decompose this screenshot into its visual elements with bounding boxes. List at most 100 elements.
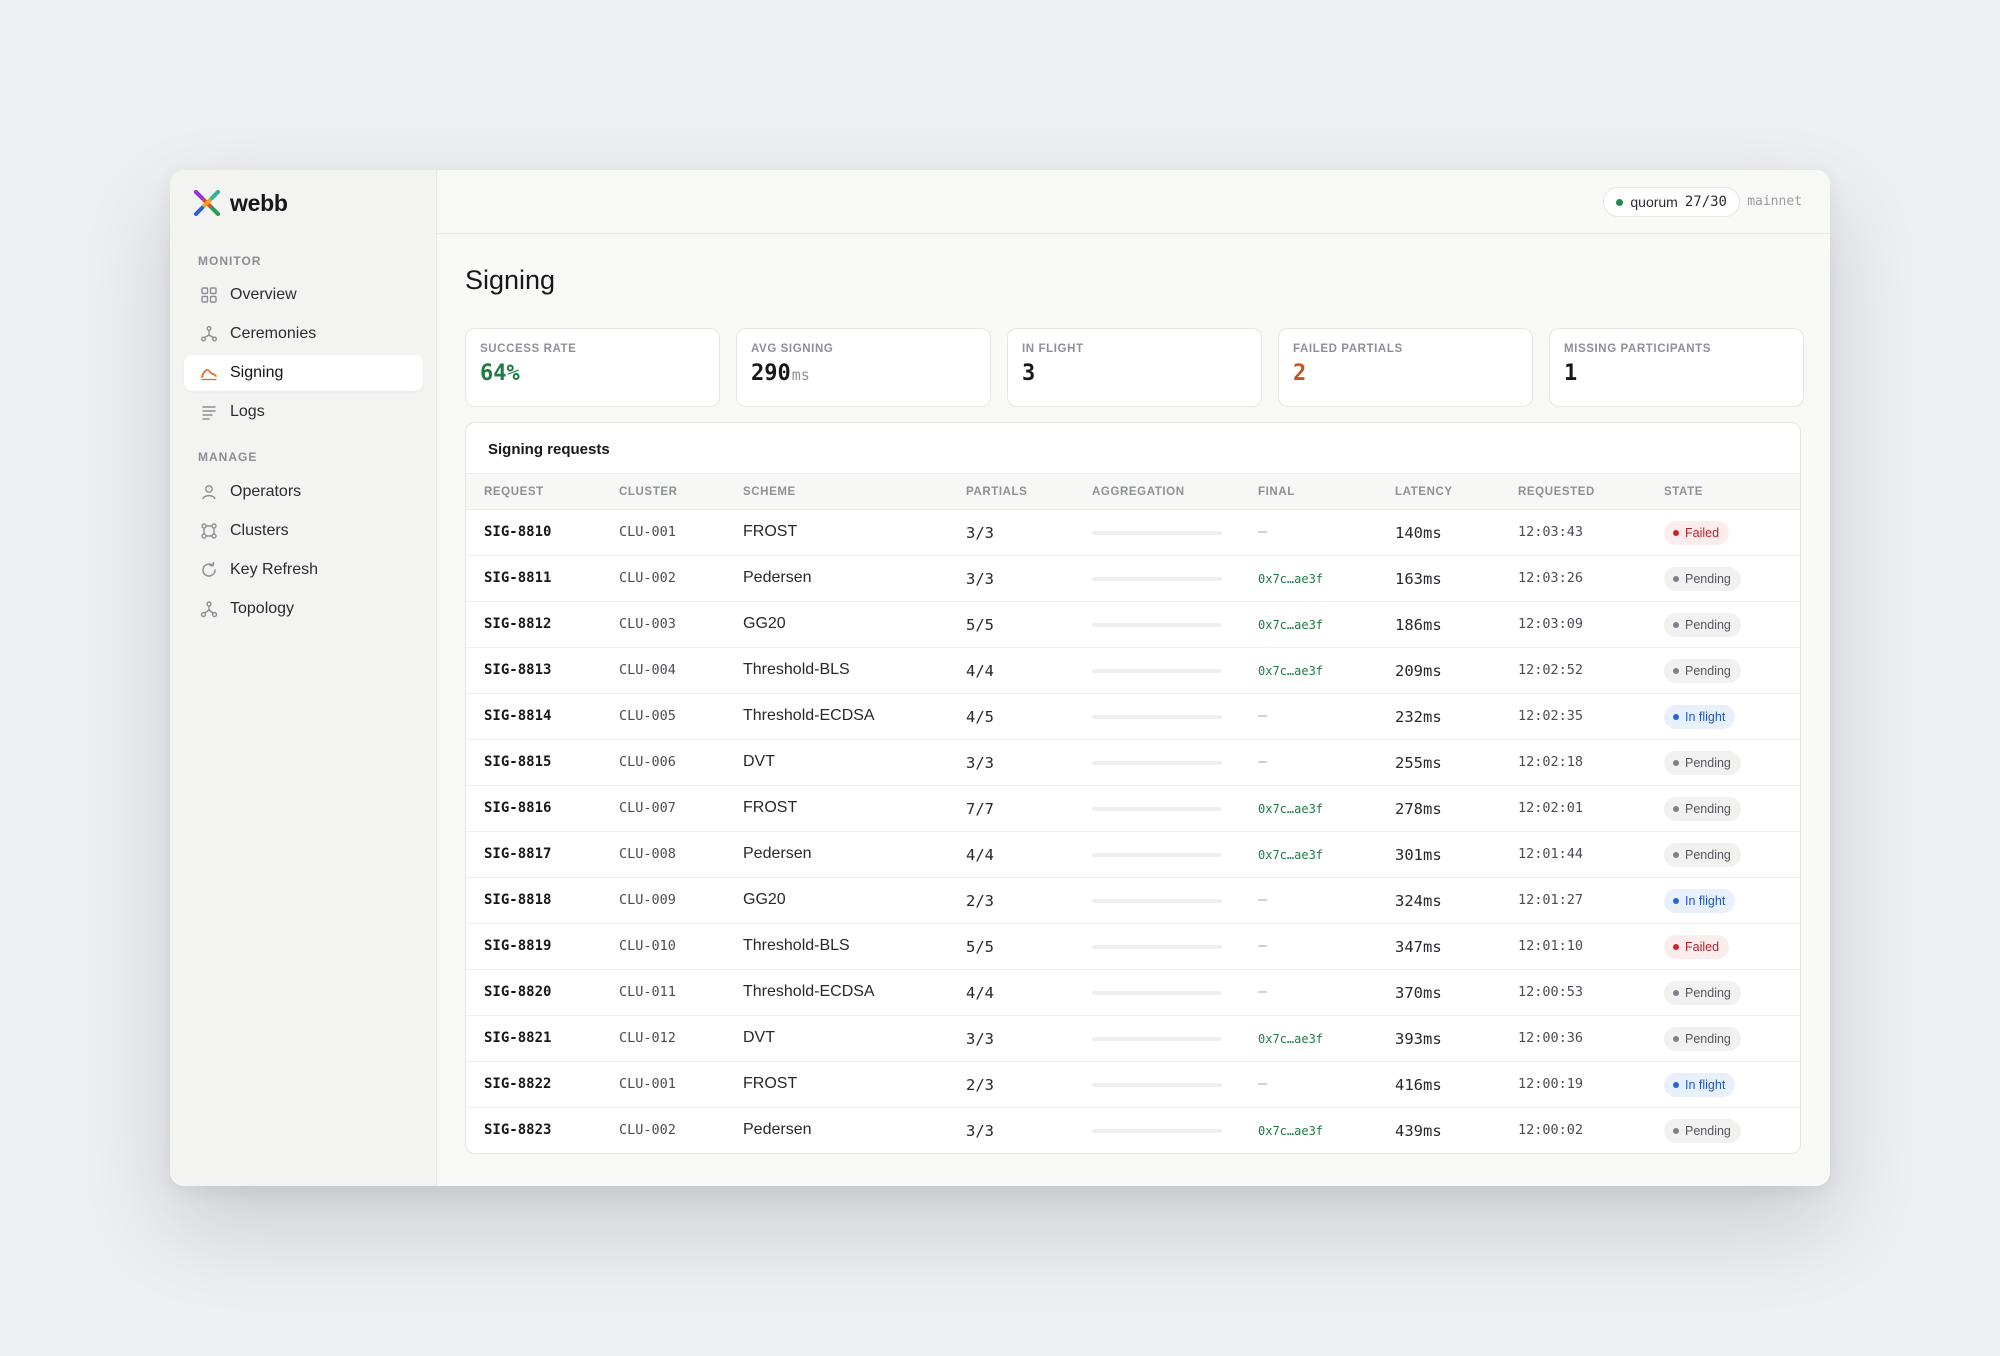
stats-row: SUCCESS RATE 64% AVG SIGNING 290ms IN FL…	[465, 328, 1804, 407]
request-id[interactable]: SIG-8819	[484, 938, 551, 954]
latency: 186ms	[1395, 616, 1442, 634]
column-header-partials[interactable]: PARTIALS	[966, 486, 1027, 498]
column-header-scheme[interactable]: SCHEME	[743, 486, 796, 498]
request-id[interactable]: SIG-8816	[484, 800, 551, 816]
latency: 163ms	[1395, 570, 1442, 588]
table-row[interactable]: SIG-8815 CLU-006 DVT 3/3 — 255ms 12:02:18 Pendi…	[466, 740, 1800, 786]
latency: 255ms	[1395, 754, 1442, 772]
sidebar: webb MONITOR Overview Ceremonies Signing	[170, 170, 437, 1186]
quorum-badge[interactable]: quorum 27/30	[1603, 187, 1740, 217]
requested-time: 12:00:36	[1518, 1030, 1584, 1046]
request-id[interactable]: SIG-8810	[484, 524, 551, 540]
nav-section-manage: MANAGE	[198, 450, 258, 464]
stat-label: SUCCESS RATE	[480, 343, 577, 355]
brand[interactable]: webb	[192, 188, 288, 218]
table-row[interactable]: SIG-8822 CLU-001 FROST 2/3 — 416ms 12:00:19 In …	[466, 1062, 1800, 1108]
table-row[interactable]: SIG-8820 CLU-011 Threshold-ECDSA 4/4 — 370ms 1…	[466, 970, 1800, 1016]
requested-time: 12:01:44	[1518, 846, 1584, 862]
quorum-value: 27/30	[1684, 194, 1727, 210]
request-id[interactable]: SIG-8821	[484, 1030, 551, 1046]
final-signature[interactable]: 0x7c…ae3f	[1258, 618, 1323, 632]
table-row[interactable]: SIG-8814 CLU-005 Threshold-ECDSA 4/5 — 232ms 1…	[466, 694, 1800, 740]
cluster-id: CLU-009	[619, 892, 676, 908]
nav-item-overview[interactable]: Overview	[184, 277, 423, 313]
request-id[interactable]: SIG-8818	[484, 892, 551, 908]
requested-time: 12:00:53	[1518, 984, 1584, 1000]
aggregation-bar	[1092, 853, 1222, 857]
final-signature: —	[1258, 982, 1268, 1000]
requested-time: 12:02:52	[1518, 662, 1584, 678]
status-badge: Pending	[1664, 1027, 1741, 1051]
column-header-final[interactable]: FINAL	[1258, 486, 1295, 498]
request-id[interactable]: SIG-8817	[484, 846, 551, 862]
scheme: Threshold-ECDSA	[743, 983, 875, 1000]
cluster-id: CLU-001	[619, 524, 676, 540]
table-row[interactable]: SIG-8821 CLU-012 DVT 3/3 0x7c…ae3f 393ms 12:00…	[466, 1016, 1800, 1062]
table-row[interactable]: SIG-8819 CLU-010 Threshold-BLS 5/5 — 347ms 12:…	[466, 924, 1800, 970]
request-id[interactable]: SIG-8812	[484, 616, 551, 632]
column-header-requested[interactable]: REQUESTED	[1518, 486, 1595, 498]
final-signature[interactable]: 0x7c…ae3f	[1258, 572, 1323, 586]
brand-name: webb	[230, 189, 288, 216]
status-badge: Pending	[1664, 751, 1741, 775]
nav-item-label: Operators	[230, 483, 302, 500]
column-header-request[interactable]: REQUEST	[484, 486, 544, 498]
table-row[interactable]: SIG-8812 CLU-003 GG20 5/5 0x7c…ae3f 186ms 12:0…	[466, 602, 1800, 648]
table-row[interactable]: SIG-8816 CLU-007 FROST 7/7 0x7c…ae3f 278ms 12:…	[466, 786, 1800, 832]
latency: 324ms	[1395, 892, 1442, 910]
final-signature[interactable]: 0x7c…ae3f	[1258, 664, 1323, 678]
status-label: Pending	[1685, 848, 1731, 862]
table-row[interactable]: SIG-8811 CLU-002 Pedersen 3/3 0x7c…ae3f 163ms…	[466, 556, 1800, 602]
cluster-id: CLU-005	[619, 708, 676, 724]
nav-item-clusters[interactable]: Clusters	[184, 513, 423, 549]
nav-item-key-refresh[interactable]: Key Refresh	[184, 552, 423, 588]
signature-icon	[200, 364, 218, 382]
table-row[interactable]: SIG-8817 CLU-008 Pedersen 4/4 0x7c…ae3f 301ms…	[466, 832, 1800, 878]
column-header-cluster[interactable]: CLUSTER	[619, 486, 678, 498]
final-signature[interactable]: 0x7c…ae3f	[1258, 1124, 1323, 1138]
request-id[interactable]: SIG-8815	[484, 754, 551, 770]
request-id[interactable]: SIG-8811	[484, 570, 551, 586]
nav-item-operators[interactable]: Operators	[184, 474, 423, 510]
partials: 7/7	[966, 800, 994, 818]
scheme: FROST	[743, 523, 798, 540]
final-signature[interactable]: 0x7c…ae3f	[1258, 848, 1323, 862]
nav-item-logs[interactable]: Logs	[184, 394, 423, 430]
table-header: REQUEST CLUSTER SCHEME PARTIALS AGGREGAT…	[466, 473, 1800, 510]
nav-item-signing[interactable]: Signing	[184, 355, 423, 391]
main-content: quorum 27/30 mainnet Signing SUCCESS RAT…	[437, 170, 1830, 1186]
request-id[interactable]: SIG-8814	[484, 708, 551, 724]
stat-card-avg-signing: AVG SIGNING 290ms	[736, 328, 991, 407]
status-badge: Pending	[1664, 1119, 1741, 1143]
scheme: Pedersen	[743, 845, 812, 862]
table-row[interactable]: SIG-8823 CLU-002 Pedersen 3/3 0x7c…ae3f 439ms…	[466, 1108, 1800, 1153]
request-id[interactable]: SIG-8813	[484, 662, 551, 678]
nav-item-label: Overview	[230, 286, 297, 303]
table-row[interactable]: SIG-8818 CLU-009 GG20 2/3 — 324ms 12:01:27 In f…	[466, 878, 1800, 924]
status-label: Pending	[1685, 756, 1731, 770]
request-id[interactable]: SIG-8823	[484, 1122, 551, 1138]
final-signature[interactable]: 0x7c…ae3f	[1258, 802, 1323, 816]
partials: 4/4	[966, 846, 994, 864]
status-dot-icon	[1673, 898, 1679, 904]
cluster-id: CLU-010	[619, 938, 676, 954]
nav-item-topology[interactable]: Topology	[184, 591, 423, 627]
nav-item-ceremonies[interactable]: Ceremonies	[184, 316, 423, 352]
request-id[interactable]: SIG-8820	[484, 984, 551, 1000]
status-badge: Pending	[1664, 981, 1741, 1005]
column-header-aggregation[interactable]: AGGREGATION	[1092, 486, 1185, 498]
column-header-latency[interactable]: LATENCY	[1395, 486, 1453, 498]
stat-value: 2	[1293, 361, 1307, 386]
column-header-state[interactable]: STATE	[1664, 486, 1703, 498]
aggregation-bar	[1092, 577, 1222, 581]
scheme: FROST	[743, 799, 798, 816]
status-badge: Pending	[1664, 659, 1741, 683]
table-row[interactable]: SIG-8810 CLU-001 FROST 3/3 — 140ms 12:03:43 Fai…	[466, 510, 1800, 556]
table-row[interactable]: SIG-8813 CLU-004 Threshold-BLS 4/4 0x7c…ae3f…	[466, 648, 1800, 694]
partials: 4/4	[966, 984, 994, 1002]
final-signature[interactable]: 0x7c…ae3f	[1258, 1032, 1323, 1046]
cluster-icon	[200, 522, 218, 540]
partials: 3/3	[966, 1030, 994, 1048]
nav-item-label: Topology	[230, 600, 295, 617]
request-id[interactable]: SIG-8822	[484, 1076, 551, 1092]
